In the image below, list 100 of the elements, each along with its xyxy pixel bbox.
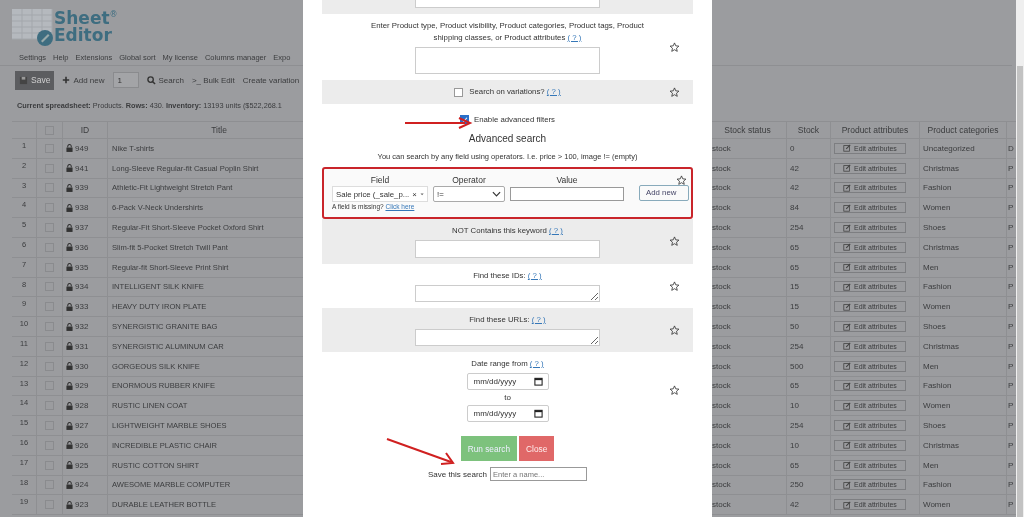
table-cell: 84 xyxy=(787,198,831,218)
search-button[interactable]: Search xyxy=(146,75,184,85)
table-cell: 925 xyxy=(75,460,89,470)
checkbox[interactable] xyxy=(459,114,469,124)
star-icon[interactable] xyxy=(676,175,687,186)
table-cell: 924 xyxy=(75,480,89,490)
table-cell: Shoes xyxy=(920,416,1007,435)
value-field[interactable] xyxy=(510,187,624,201)
lock-icon xyxy=(66,144,73,153)
edit-icon xyxy=(843,500,851,509)
edit-icon xyxy=(843,263,851,272)
lock-icon xyxy=(66,342,73,351)
toolbar-button[interactable]: Create variation xyxy=(242,75,300,85)
table-cell-text: P xyxy=(1007,360,1015,373)
table-cell: 254 xyxy=(787,218,831,237)
input-field[interactable] xyxy=(415,240,600,258)
edit-icon xyxy=(843,282,851,291)
bulk-edit-button[interactable]: >_ Bulk Edit xyxy=(191,75,235,85)
table-cell: 927 xyxy=(75,421,89,431)
edit-icon xyxy=(843,203,851,212)
close-button[interactable]: Close xyxy=(519,436,555,461)
table-cell: 15 xyxy=(787,297,831,317)
section-heading: Advanced search xyxy=(467,133,548,144)
input-field[interactable] xyxy=(415,47,600,74)
star-icon[interactable] xyxy=(669,86,680,98)
table-cell-text: P xyxy=(1007,162,1015,175)
text-area[interactable] xyxy=(415,329,600,346)
table-cell: Christmas xyxy=(920,336,1007,356)
table-cell-text: P xyxy=(1007,340,1015,353)
add-new-button[interactable]: Add new xyxy=(62,75,105,85)
edit-icon xyxy=(843,223,851,232)
calendar-icon[interactable] xyxy=(533,409,543,418)
table-cell-text: P xyxy=(1007,261,1015,274)
caret-icon[interactable] xyxy=(492,191,501,197)
table-cell: Fashion xyxy=(920,277,1007,297)
edit-icon xyxy=(843,421,851,430)
table-cell: 10 xyxy=(787,396,831,416)
table-cell-text: P xyxy=(1007,439,1015,452)
save-button[interactable]: Save xyxy=(15,70,55,90)
table-cell: 941 xyxy=(75,163,89,173)
logo-text: Sheet$^{®}$ xyxy=(54,6,118,27)
star-icon[interactable] xyxy=(669,41,680,53)
table-cell: 50 xyxy=(787,317,831,336)
edit-icon xyxy=(843,401,851,410)
quantity-field[interactable]: 1 xyxy=(112,72,139,88)
text-area[interactable] xyxy=(415,285,600,302)
checkbox[interactable] xyxy=(454,87,464,97)
table-cell: 15 xyxy=(787,277,831,297)
edit-icon xyxy=(843,243,851,252)
table-cell: 65 xyxy=(787,257,831,277)
table-cell: Shoes xyxy=(920,317,1007,336)
date-field[interactable]: mm/dd/yyyy xyxy=(466,405,549,422)
table-cell: 937 xyxy=(75,223,89,233)
lock-icon xyxy=(66,322,73,331)
calendar-icon[interactable] xyxy=(533,377,543,386)
table-cell-text: P xyxy=(1007,499,1015,512)
lock-icon xyxy=(66,282,73,291)
lock-icon xyxy=(66,184,73,192)
table-cell: 254 xyxy=(787,416,831,435)
edit-icon xyxy=(843,322,851,331)
star-icon[interactable] xyxy=(669,324,680,336)
table-cell-text: P xyxy=(1007,301,1015,314)
table-cell: 926 xyxy=(75,440,89,450)
star-icon[interactable] xyxy=(669,384,680,396)
table-cell-text: D xyxy=(1007,142,1015,155)
lock-icon xyxy=(66,421,73,430)
table-cell: 933 xyxy=(75,302,89,312)
edit-icon xyxy=(843,461,851,470)
table-cell-text: P xyxy=(1007,281,1015,294)
table-cell: Women xyxy=(920,396,1007,416)
table-cell: 250 xyxy=(787,475,831,495)
arrow xyxy=(385,437,457,467)
table-cell: Men xyxy=(920,455,1007,475)
star-icon[interactable] xyxy=(669,236,680,247)
table-cell: Fashion xyxy=(920,376,1007,396)
star-icon[interactable] xyxy=(669,280,680,292)
lock-icon xyxy=(66,302,73,311)
table-cell: 65 xyxy=(787,455,831,475)
edit-icon xyxy=(843,144,851,153)
lock-icon xyxy=(66,263,73,272)
column-header[interactable]: Product categories xyxy=(920,122,1007,138)
date-field[interactable]: mm/dd/yyyy xyxy=(466,373,549,390)
column-header[interactable]: ID xyxy=(63,122,108,138)
field-label: Field xyxy=(369,175,391,185)
edit-icon xyxy=(843,480,851,489)
column-header[interactable]: Stock xyxy=(787,122,831,138)
lock-icon xyxy=(66,401,73,410)
table-cell: 254 xyxy=(787,336,831,356)
field-label: Operator xyxy=(451,175,487,185)
table-cell-text: P xyxy=(1007,459,1015,472)
table-cell: Christmas xyxy=(920,158,1007,178)
scrollbar[interactable] xyxy=(1016,0,1024,517)
save-search-label: Save this search xyxy=(427,469,488,479)
column-header[interactable]: Product attributes xyxy=(831,122,920,138)
table-cell: 65 xyxy=(787,238,831,257)
table-cell-text: P xyxy=(1007,380,1015,393)
table-cell: 931 xyxy=(75,341,89,351)
search-icon xyxy=(146,75,156,85)
edit-icon xyxy=(843,342,851,351)
field-label: Value xyxy=(555,175,579,185)
